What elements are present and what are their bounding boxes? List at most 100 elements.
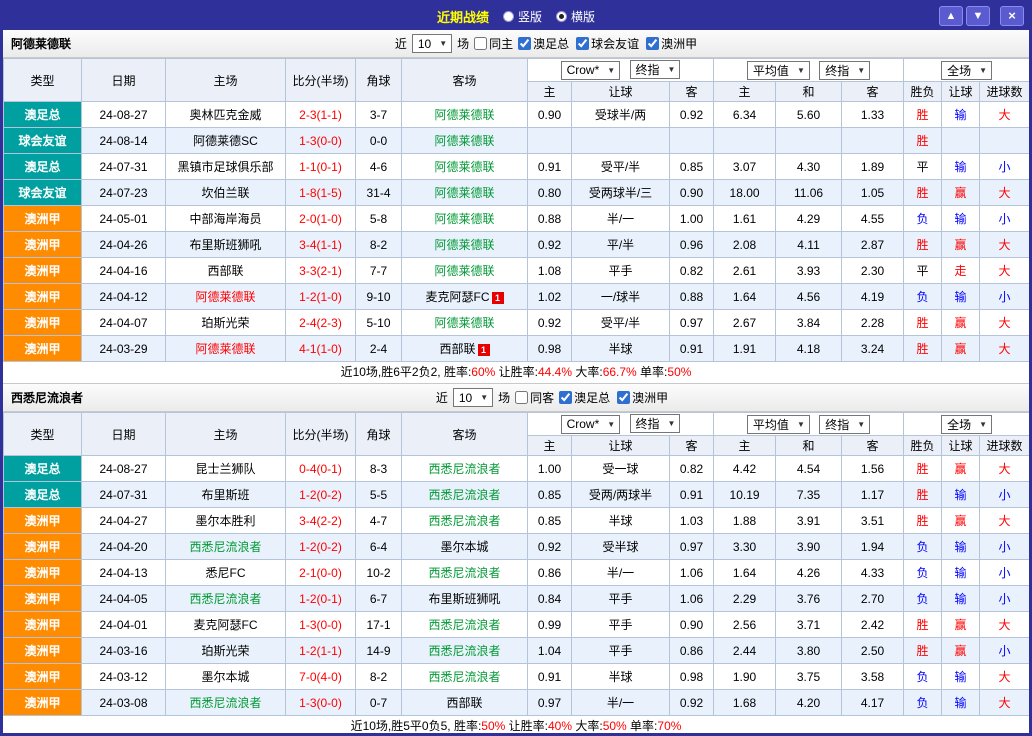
home-team[interactable]: 珀斯光荣 — [166, 638, 286, 664]
odds-index-select[interactable]: 终指▼ — [819, 61, 870, 80]
score[interactable]: 2-3(1-1) — [286, 102, 356, 128]
layout-option[interactable]: 竖版 — [503, 8, 542, 25]
bookmaker-select[interactable]: Crow*▼ — [561, 415, 621, 434]
home-team[interactable]: 麦克阿瑟FC — [166, 612, 286, 638]
score[interactable]: 1-2(1-1) — [286, 638, 356, 664]
same-venue-checkbox[interactable] — [474, 37, 487, 50]
league-checkbox[interactable] — [646, 37, 659, 50]
score[interactable]: 1-2(0-2) — [286, 534, 356, 560]
home-team[interactable]: 西悉尼流浪者 — [166, 534, 286, 560]
score[interactable]: 3-4(2-2) — [286, 508, 356, 534]
score[interactable]: 1-8(1-5) — [286, 180, 356, 206]
home-team[interactable]: 坎伯兰联 — [166, 180, 286, 206]
same-venue-checkbox[interactable] — [515, 391, 528, 404]
away-team[interactable]: 西悉尼流浪者 — [402, 638, 528, 664]
home-team[interactable]: 西部联 — [166, 258, 286, 284]
home-team[interactable]: 珀斯光荣 — [166, 310, 286, 336]
close-button[interactable]: × — [1000, 6, 1024, 26]
away-team[interactable]: 西悉尼流浪者 — [402, 482, 528, 508]
home-team[interactable]: 墨尔本胜利 — [166, 508, 286, 534]
dropdown-arrow-icon: ▼ — [480, 393, 488, 402]
league-filter[interactable]: 澳洲甲 — [617, 389, 668, 406]
average-select[interactable]: 平均值▼ — [747, 61, 810, 80]
away-team[interactable]: 阿德莱德联 — [402, 128, 528, 154]
eu-home-odds: 1.61 — [714, 206, 776, 232]
layout-option[interactable]: 横版 — [556, 8, 595, 25]
same-venue-filter[interactable]: 同主 — [474, 35, 513, 52]
score[interactable]: 1-2(1-0) — [286, 284, 356, 310]
average-select[interactable]: 平均值▼ — [747, 415, 810, 434]
eu-draw-odds: 4.20 — [776, 690, 842, 716]
score[interactable]: 3-4(1-1) — [286, 232, 356, 258]
away-team[interactable]: 西部联1 — [402, 336, 528, 362]
home-team[interactable]: 悉尼FC — [166, 560, 286, 586]
home-team[interactable]: 布里斯班狮吼 — [166, 232, 286, 258]
score[interactable]: 0-4(0-1) — [286, 456, 356, 482]
home-team[interactable]: 布里斯班 — [166, 482, 286, 508]
away-team[interactable]: 阿德莱德联 — [402, 232, 528, 258]
score[interactable]: 3-3(2-1) — [286, 258, 356, 284]
away-team[interactable]: 阿德莱德联 — [402, 180, 528, 206]
away-team[interactable]: 麦克阿瑟FC1 — [402, 284, 528, 310]
handicap-index-select[interactable]: 终指▼ — [630, 414, 681, 433]
home-team[interactable]: 西悉尼流浪者 — [166, 690, 286, 716]
league-filter[interactable]: 澳足总 — [518, 35, 569, 52]
home-team[interactable]: 墨尔本城 — [166, 664, 286, 690]
odds-index-select[interactable]: 终指▼ — [819, 415, 870, 434]
away-team[interactable]: 西悉尼流浪者 — [402, 456, 528, 482]
ah-away-odds: 0.82 — [670, 258, 714, 284]
ah-home-odds: 1.02 — [528, 284, 572, 310]
league-filter[interactable]: 球会友谊 — [576, 35, 639, 52]
handicap-index-select[interactable]: 终指▼ — [630, 60, 681, 79]
away-team[interactable]: 西部联 — [402, 690, 528, 716]
away-team[interactable]: 阿德莱德联 — [402, 310, 528, 336]
away-team[interactable]: 西悉尼流浪者 — [402, 664, 528, 690]
home-team[interactable]: 阿德莱德联 — [166, 284, 286, 310]
match-date-text: 24-04-12 — [99, 290, 147, 304]
league-checkbox[interactable] — [518, 37, 531, 50]
away-team[interactable]: 西悉尼流浪者 — [402, 560, 528, 586]
home-team[interactable]: 阿德莱德SC — [166, 128, 286, 154]
home-team[interactable]: 黑镇市足球俱乐部 — [166, 154, 286, 180]
match-count-select[interactable]: 10 ▼ — [453, 388, 493, 407]
away-team[interactable]: 阿德莱德联 — [402, 154, 528, 180]
score[interactable]: 4-1(1-0) — [286, 336, 356, 362]
scroll-down-button[interactable]: ▼ — [966, 6, 990, 26]
league-checkbox[interactable] — [559, 391, 572, 404]
eu-away-odds: 3.51 — [842, 508, 904, 534]
same-venue-filter[interactable]: 同客 — [515, 389, 554, 406]
score[interactable]: 1-2(0-1) — [286, 586, 356, 612]
away-team[interactable]: 西悉尼流浪者 — [402, 508, 528, 534]
radio-icon[interactable] — [556, 11, 567, 22]
home-team[interactable]: 中部海岸海员 — [166, 206, 286, 232]
away-team[interactable]: 墨尔本城 — [402, 534, 528, 560]
score[interactable]: 1-3(0-0) — [286, 128, 356, 154]
score[interactable]: 1-1(0-1) — [286, 154, 356, 180]
radio-icon[interactable] — [503, 11, 514, 22]
home-team[interactable]: 阿德莱德联 — [166, 336, 286, 362]
match-count-select[interactable]: 10 ▼ — [412, 34, 452, 53]
score[interactable]: 2-1(0-0) — [286, 560, 356, 586]
away-team[interactable]: 阿德莱德联 — [402, 102, 528, 128]
league-filter[interactable]: 澳洲甲 — [646, 35, 697, 52]
away-team[interactable]: 阿德莱德联 — [402, 258, 528, 284]
fulltime-select[interactable]: 全场▼ — [941, 61, 992, 80]
away-team[interactable]: 阿德莱德联 — [402, 206, 528, 232]
away-team[interactable]: 西悉尼流浪者 — [402, 612, 528, 638]
home-team[interactable]: 昆士兰狮队 — [166, 456, 286, 482]
away-team[interactable]: 布里斯班狮吼 — [402, 586, 528, 612]
score[interactable]: 2-4(2-3) — [286, 310, 356, 336]
scroll-up-button[interactable]: ▲ — [939, 6, 963, 26]
league-checkbox[interactable] — [617, 391, 630, 404]
score[interactable]: 1-2(0-2) — [286, 482, 356, 508]
score[interactable]: 1-3(0-0) — [286, 612, 356, 638]
score[interactable]: 1-3(0-0) — [286, 690, 356, 716]
score[interactable]: 2-0(1-0) — [286, 206, 356, 232]
league-checkbox[interactable] — [576, 37, 589, 50]
bookmaker-select[interactable]: Crow*▼ — [561, 61, 621, 80]
fulltime-select[interactable]: 全场▼ — [941, 415, 992, 434]
score[interactable]: 7-0(4-0) — [286, 664, 356, 690]
league-filter[interactable]: 澳足总 — [559, 389, 610, 406]
home-team[interactable]: 奥林匹克金威 — [166, 102, 286, 128]
home-team[interactable]: 西悉尼流浪者 — [166, 586, 286, 612]
